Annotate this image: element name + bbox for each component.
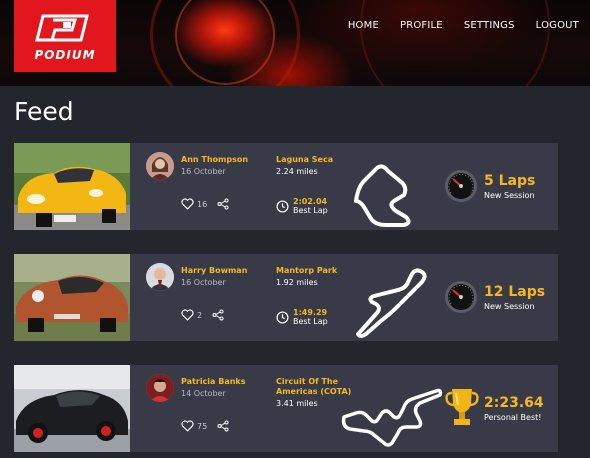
- podium-logo-icon: [35, 14, 89, 42]
- share-icon[interactable]: [217, 420, 229, 432]
- podium-logo[interactable]: PODIUM: [14, 0, 116, 72]
- user-name[interactable]: Ann Thompson: [181, 155, 248, 164]
- page-title: Feed: [14, 97, 74, 126]
- session-laps: 5 Laps: [484, 173, 536, 189]
- clock-icon: [276, 199, 289, 213]
- share-icon[interactable]: [212, 309, 224, 321]
- like-count: 16: [197, 199, 208, 209]
- track-distance: 3.41 miles: [276, 399, 318, 408]
- avatar[interactable]: [146, 374, 174, 402]
- best-lap: 1:49.29 Best Lap: [276, 308, 328, 326]
- session-label: New Session: [484, 191, 535, 200]
- session-laps: 12 Laps: [484, 284, 546, 300]
- like-count: 75: [197, 421, 208, 431]
- track-map-cota: [341, 388, 443, 447]
- best-lap-time: 2:02.04: [293, 197, 328, 206]
- speedometer-icon: [445, 281, 477, 313]
- likes: 2: [181, 309, 224, 321]
- feed-card[interactable]: Harry Bowman 16 October 2 Mantorp Park 1…: [14, 254, 558, 341]
- avatar[interactable]: [146, 152, 174, 180]
- nav-settings[interactable]: SETTINGS: [464, 20, 515, 31]
- main-nav: HOME PROFILE SETTINGS LOGOUT: [327, 20, 579, 31]
- like-count: 2: [197, 310, 203, 320]
- post-date: 16 October: [181, 278, 226, 287]
- track-map-mantorp-park: [356, 268, 427, 338]
- feed-card[interactable]: Ann Thompson 16 October 16 Laguna Seca 2…: [14, 143, 558, 230]
- best-lap-label: Best Lap: [293, 206, 328, 215]
- nav-home[interactable]: HOME: [348, 20, 379, 31]
- nav-logout[interactable]: LOGOUT: [536, 20, 579, 31]
- likes: 75: [181, 420, 229, 432]
- session-label: New Session: [484, 302, 535, 311]
- clock-icon: [276, 310, 289, 324]
- speedometer-icon: [445, 170, 477, 202]
- nav-profile[interactable]: PROFILE: [400, 20, 443, 31]
- dashboard-gauge-decor: [360, 0, 550, 86]
- car-photo[interactable]: [14, 254, 130, 341]
- personal-best-time: 2:23.64: [484, 395, 544, 411]
- car-photo[interactable]: [14, 365, 130, 452]
- track-map-laguna-seca: [354, 164, 411, 227]
- share-icon[interactable]: [217, 198, 229, 210]
- best-lap-label: Best Lap: [293, 317, 328, 326]
- car-photo[interactable]: [14, 143, 130, 230]
- brand-name: PODIUM: [34, 48, 96, 62]
- avatar[interactable]: [146, 263, 174, 291]
- post-date: 16 October: [181, 167, 226, 176]
- personal-best-label: Personal Best!: [484, 413, 542, 422]
- user-name[interactable]: Patricia Banks: [181, 377, 246, 386]
- trophy-icon: [445, 389, 479, 425]
- heart-icon[interactable]: [181, 420, 194, 432]
- feed-card[interactable]: Patricia Banks 14 October 75 Circuit Of …: [14, 365, 558, 452]
- track-distance: 2.24 miles: [276, 167, 318, 176]
- track-distance: 1.92 miles: [276, 278, 318, 287]
- likes: 16: [181, 198, 229, 210]
- best-lap: 2:02.04 Best Lap: [276, 197, 328, 215]
- post-date: 14 October: [181, 389, 226, 398]
- best-lap-time: 1:49.29: [293, 308, 328, 317]
- header: PODIUM HOME PROFILE SETTINGS LOGOUT: [0, 0, 590, 86]
- user-name[interactable]: Harry Bowman: [181, 266, 247, 275]
- heart-icon[interactable]: [181, 198, 194, 210]
- heart-icon[interactable]: [181, 309, 194, 321]
